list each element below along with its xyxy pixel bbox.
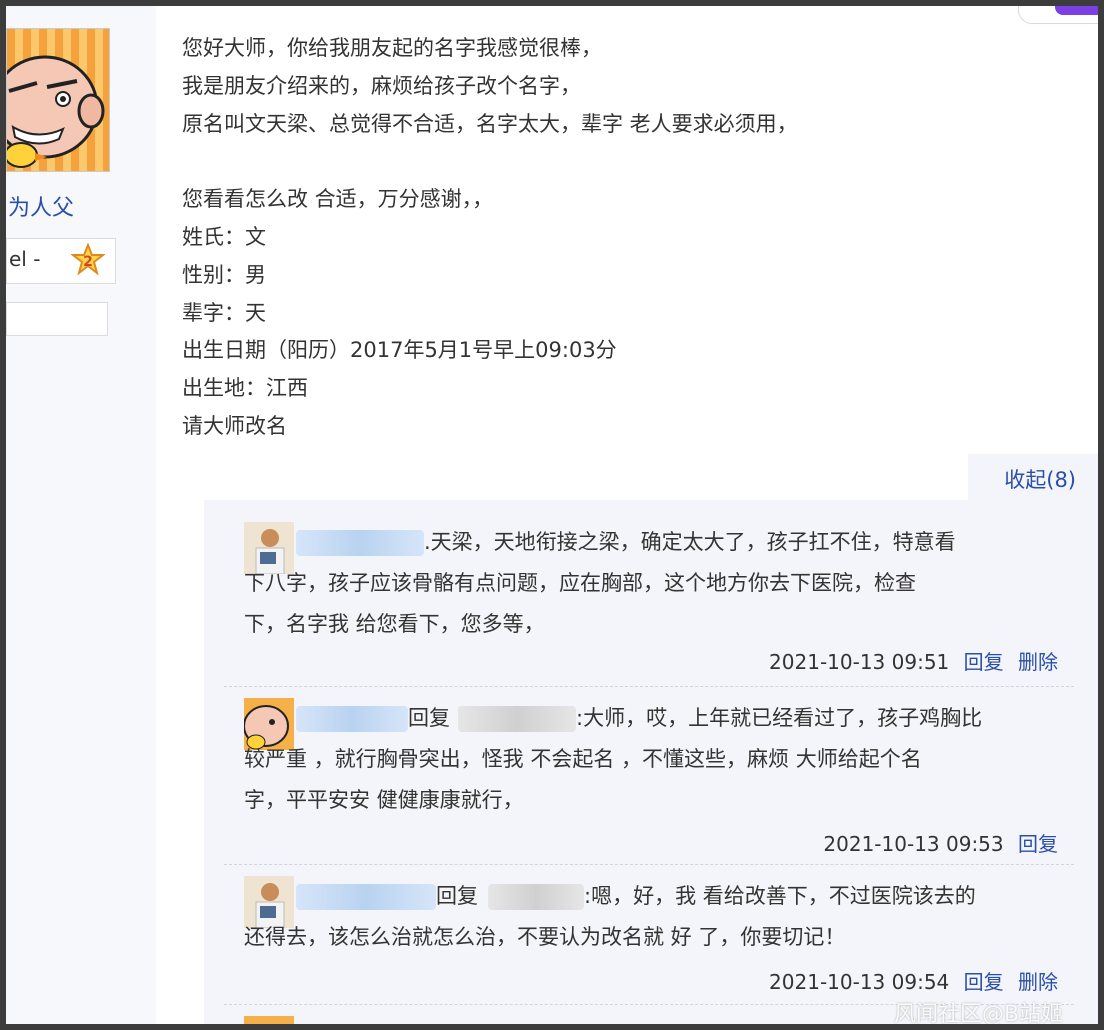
- blurred-username: [296, 884, 436, 910]
- comment-text: 回复 :大师，哎，上年就已经看过了，孩子鸡胸比 较严重 ，就行胸骨突出，怪我 不会…: [244, 698, 1074, 821]
- comment-line: .天梁，天地衔接之梁，确定太大了，孩子扛不住，特意看: [424, 530, 956, 554]
- post-line: [182, 143, 942, 181]
- post-line: 姓氏：文: [182, 224, 266, 249]
- comment-item: .天梁，天地衔接之梁，确定太大了，孩子扛不住，特意看 下八字，孩子应该骨骼有点问…: [228, 522, 1078, 682]
- comment-divider: [224, 686, 1074, 687]
- post-line: 出生日期（阳历）2017年5月1号早上09:03分: [182, 338, 617, 363]
- post-line: 您好大师，你给我朋友起的名字我感觉很棒，: [182, 36, 602, 60]
- reply-link[interactable]: 回复: [1018, 832, 1058, 856]
- level-label: el -: [9, 247, 41, 271]
- delete-link[interactable]: 删除: [1018, 970, 1058, 994]
- comment-line: 还得去，该怎么治就怎么治，不要认为改名就 好 了，你要切记！: [244, 925, 846, 949]
- comment-item: 回复 :嗯，好，我 看给改善下，不过医院该去的 还得去，该怎么治就怎么治，不要认为…: [228, 876, 1078, 1006]
- comment-list: .天梁，天地衔接之梁，确定太大了，孩子扛不住，特意看 下八字，孩子应该骨骼有点问…: [204, 500, 1098, 1024]
- comment-line: :嗯，好，我 看给改善下，不过医院该去的: [584, 884, 976, 908]
- commenter-avatar[interactable]: [244, 1016, 294, 1024]
- post-line: 性别：男: [182, 262, 266, 287]
- post-line: 我是朋友介绍来的，麻烦给孩子改个名字，: [182, 73, 581, 98]
- user-extra-box: [6, 302, 108, 336]
- user-info-panel: 为人父 el - 2: [6, 6, 156, 1024]
- comment-text: 回复 :嗯，好，我 看给改善下，不过医院该去的 还得去，该怎么治就怎么治，不要认为…: [244, 876, 1074, 958]
- comment-line: 较严重 ，就行胸骨突出，怪我 不会起名 ，不懂这些，麻烦 大师给起个名: [244, 747, 922, 771]
- post-line: 请大师改名: [182, 413, 287, 438]
- comment-meta: 2021-10-13 09:53 回复: [823, 828, 1058, 857]
- collapse-replies-link[interactable]: 收起(8): [1004, 464, 1076, 494]
- fold-area: 收起(8): [968, 454, 1098, 504]
- post-body: 您好大师，你给我朋友起的名字我感觉很棒， 我是朋友介绍来的，麻烦给孩子改个名字，…: [182, 30, 942, 446]
- level-star-icon: 2: [71, 243, 105, 276]
- comment-line: :大师，哎，上年就已经看过了，孩子鸡胸比: [576, 706, 983, 730]
- blurred-username: [296, 530, 424, 556]
- comment-time: 2021-10-13 09:51: [769, 650, 950, 674]
- user-avatar[interactable]: [6, 28, 110, 172]
- blurred-username: [296, 706, 408, 732]
- corner-badge: [1018, 6, 1098, 24]
- reply-word: 回复: [408, 706, 450, 730]
- post-line: 原名叫文天梁、总觉得不合适，名字太大，辈字 老人要求必须用，: [182, 111, 798, 136]
- comment-line: 字，平平安安 健健康康就行，: [244, 788, 524, 812]
- reply-link[interactable]: 回复: [964, 970, 1004, 994]
- comment-line: 下，名字我 给您看下，您多等，: [244, 612, 545, 636]
- comment-line: 下八字，孩子应该骨骼有点问题，应在胸部，这个地方你去下医院，检查: [244, 571, 916, 595]
- blurred-username: [458, 706, 576, 732]
- post-line: 您看看怎么改 合适，万分感谢，，: [182, 187, 494, 212]
- blurred-username: [488, 884, 584, 910]
- reply-word: 回复: [436, 884, 478, 908]
- comment-item: 回复 :大师，哎，上年就已经看过了，孩子鸡胸比 较严重 ，就行胸骨突出，怪我 不会…: [228, 698, 1078, 858]
- forum-post-frame: 为人父 el - 2 您好大师，你给我朋友起的名字我感觉很棒， 我是朋友介绍来的…: [6, 6, 1098, 1024]
- username-link[interactable]: 为人父: [8, 190, 74, 222]
- post-line: 出生地：江西: [182, 376, 308, 401]
- comment-divider: [224, 864, 1074, 865]
- user-level-box: el - 2: [6, 238, 116, 284]
- comment-time: 2021-10-13 09:53: [823, 832, 1004, 856]
- cartoon-face-icon: [7, 55, 105, 168]
- comment-meta: 2021-10-13 09:54 回复 删除: [769, 966, 1058, 995]
- comment-meta: 2021-10-13 09:51 回复 删除: [769, 646, 1058, 675]
- delete-link[interactable]: 删除: [1018, 650, 1058, 674]
- post-line: 辈字：天: [182, 300, 266, 325]
- level-number: 2: [83, 254, 93, 270]
- comment-time: 2021-10-13 09:54: [769, 970, 950, 994]
- reply-link[interactable]: 回复: [964, 650, 1004, 674]
- comment-text: .天梁，天地衔接之梁，确定太大了，孩子扛不住，特意看 下八字，孩子应该骨骼有点问…: [244, 522, 1074, 645]
- watermark: 风闻社区@B站姬: [894, 1002, 1064, 1024]
